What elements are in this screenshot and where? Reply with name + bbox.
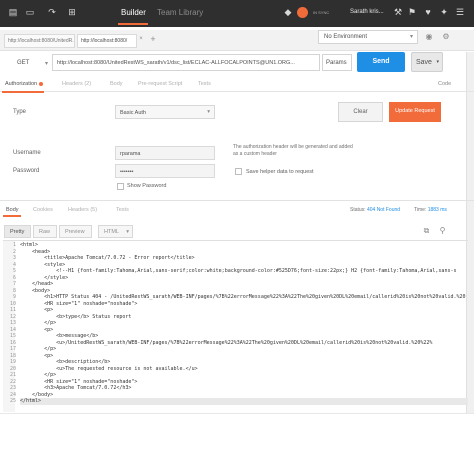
bottom-blank-area — [0, 413, 474, 473]
auth-type-value: Basic Auth — [120, 110, 146, 116]
notifications-icon[interactable]: ⚑ — [407, 7, 417, 19]
builder-tab-underline — [118, 23, 148, 25]
auth-info-text: The authorization header will be generat… — [233, 144, 353, 157]
time-label: Time: — [414, 207, 427, 213]
response-tab-headers-label: Headers (5) — [68, 207, 98, 213]
close-tab-icon[interactable]: × — [138, 36, 144, 44]
line-number: 25 — [9, 398, 16, 404]
add-tab-icon[interactable]: + — [148, 34, 158, 44]
code-link[interactable]: Code — [438, 81, 451, 87]
response-tab-tests[interactable]: Tests — [116, 207, 129, 213]
request-tab[interactable]: http://localhost:8080/UnitedR... — [4, 34, 75, 48]
response-tab-cookies[interactable]: Cookies — [33, 207, 53, 213]
status-label: Status: — [350, 207, 366, 213]
twitter-icon[interactable]: ✦ — [439, 7, 449, 19]
active-tab-underline — [2, 91, 44, 93]
environment-select[interactable]: No Environment ▾ — [318, 30, 418, 44]
chevron-down-icon: ▾ — [436, 59, 439, 65]
show-password-label: Show Password — [127, 183, 167, 189]
tab-headers[interactable]: Headers (2) — [62, 81, 91, 87]
environment-value: No Environment — [324, 34, 368, 40]
username-field[interactable]: rparama — [115, 146, 215, 160]
sync-status: IN SYNC — [313, 10, 330, 15]
code-line: <u>/UnitedRestWS_sarath/WEB-INF/pages/%7… — [20, 339, 433, 346]
eye-icon[interactable]: ◉ — [424, 32, 434, 42]
chevron-down-icon: ▾ — [44, 61, 48, 67]
chevron-down-icon: ▾ — [409, 34, 413, 40]
url-input[interactable]: http://localhost:8080/UnitedRestWS_sarat… — [52, 54, 320, 71]
time-value: 1883 ms — [427, 207, 447, 213]
tab-tests[interactable]: Tests — [198, 81, 211, 87]
auth-type-select[interactable]: Basic Auth ▾ — [115, 105, 215, 119]
password-field[interactable]: ••••••• — [115, 164, 215, 178]
request-tab-active[interactable]: http://localhost:8080/ — [77, 34, 137, 48]
response-active-underline — [3, 215, 21, 217]
response-code: <html> <head> <title>Apache Tomcat/7.0.7… — [20, 242, 468, 405]
code-line: <h1>HTTP Status 404 - /UnitedRestWS_sara… — [20, 294, 466, 300]
copy-icon[interactable]: ⧉ — [422, 226, 431, 236]
password-label: Password — [13, 168, 40, 174]
menu-icon[interactable]: ☰ — [455, 7, 465, 19]
raw-button[interactable]: Raw — [33, 225, 57, 238]
response-tab-body[interactable]: Body — [6, 207, 19, 213]
user-menu[interactable]: Sarath kris... — [350, 9, 384, 15]
sidebar-toggle-icon[interactable]: ▤ — [7, 7, 19, 19]
line-numbers: 1 2 3 4 5 6 7 8 9 10 11 12 13 14 15 16 17 18 19 20 21 22 23 24 2… — [3, 242, 16, 405]
show-password-checkbox[interactable] — [117, 183, 124, 190]
save-helper-label: Save helper data to request — [246, 169, 314, 175]
update-request-button[interactable]: Update Request — [389, 102, 441, 122]
tab-body[interactable]: Body — [110, 81, 123, 87]
params-button[interactable]: Params — [322, 54, 352, 71]
response-divider — [0, 200, 474, 201]
chevron-down-icon: ▾ — [207, 109, 210, 115]
new-window-icon[interactable]: ▭ — [24, 7, 36, 19]
status-value: 404 Not Found — [366, 207, 401, 213]
code-line: </html> — [20, 398, 468, 405]
sync-icon[interactable] — [297, 7, 308, 18]
response-time: Time: 1883 ms — [414, 207, 447, 213]
tab-prerequest-script[interactable]: Pre-request Script — [138, 81, 182, 87]
auth-type-label: Type — [13, 109, 27, 115]
settings-icon[interactable]: ⚒ — [393, 7, 403, 19]
response-tab-headers[interactable]: Headers (5) — [68, 207, 97, 213]
heart-icon[interactable]: ♥ — [423, 7, 433, 19]
tab-authorization-label: Authorization — [5, 81, 38, 87]
save-label: Save — [416, 59, 432, 66]
search-icon[interactable]: ⚲ — [438, 226, 447, 236]
chevron-down-icon: ▾ — [126, 229, 129, 235]
gear-icon[interactable]: ⚙ — [441, 32, 451, 42]
team-library-tab[interactable]: Team Library — [157, 8, 203, 17]
builder-tab[interactable]: Builder — [121, 8, 146, 17]
preview-button[interactable]: Preview — [59, 225, 92, 238]
modified-dot-icon — [39, 81, 44, 86]
save-helper-checkbox[interactable] — [235, 168, 242, 175]
runner-icon[interactable]: ◆ — [283, 7, 293, 19]
code-line: <!--H1 {font-family:Tahoma,Arial,sans-se… — [20, 268, 457, 274]
method-select[interactable]: GET ▾ — [12, 56, 50, 70]
format-select[interactable]: HTML ▾ — [98, 225, 133, 238]
new-tab-icon[interactable]: ⊞ — [66, 7, 78, 19]
pretty-button[interactable]: Pretty — [4, 225, 31, 238]
clear-button[interactable]: Clear — [338, 102, 383, 122]
save-button[interactable]: Save ▾ — [411, 52, 443, 72]
username-label: Username — [13, 150, 41, 156]
tab-authorization[interactable]: Authorization — [5, 81, 44, 87]
send-button[interactable]: Send — [357, 52, 405, 72]
method-value: GET — [17, 60, 30, 66]
import-icon[interactable]: ↷ — [46, 7, 58, 19]
response-status: Status: 404 Not Found — [350, 207, 400, 213]
format-value: HTML — [104, 229, 119, 235]
